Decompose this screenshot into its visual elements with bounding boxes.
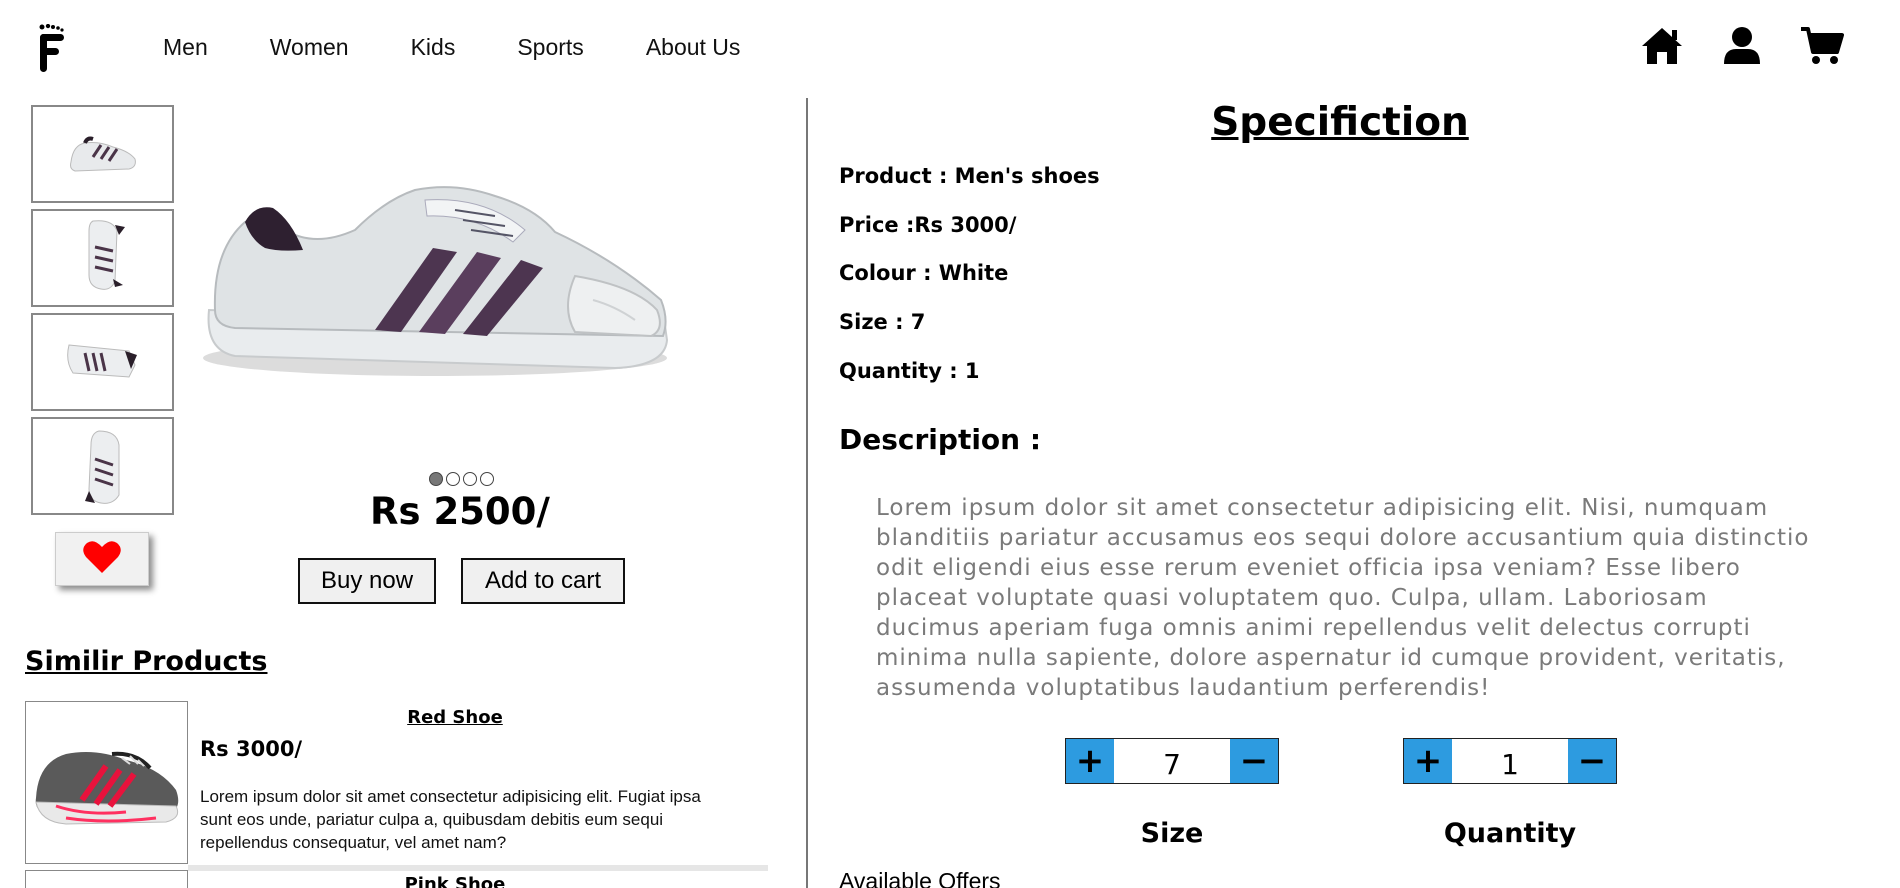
size-value[interactable]: 7 — [1114, 739, 1230, 783]
header-icons — [1640, 26, 1844, 66]
similar-product-name[interactable]: Pink Shoe — [195, 874, 715, 888]
quantity-decrement-button[interactable]: − — [1568, 739, 1616, 783]
quantity-label: Quantity — [1443, 818, 1577, 849]
nav-kids[interactable]: Kids — [411, 34, 456, 61]
brand-logo[interactable] — [38, 23, 66, 72]
main-nav: Men Women Kids Sports About Us — [163, 34, 802, 61]
quantity-increment-button[interactable]: + — [1404, 739, 1452, 783]
spec-quantity: Quantity : 1 — [839, 359, 980, 383]
thumbnail-4[interactable] — [31, 417, 174, 515]
home-icon[interactable] — [1640, 26, 1684, 66]
favorite-button[interactable] — [55, 532, 149, 586]
similar-products-title: Similir Products — [25, 646, 268, 677]
similar-product-name[interactable]: Red Shoe — [195, 707, 715, 728]
size-label: Size — [1140, 818, 1204, 849]
carousel-dot-1[interactable] — [429, 472, 443, 486]
size-increment-button[interactable]: + — [1066, 739, 1114, 783]
spec-size: Size : 7 — [839, 310, 926, 334]
spec-colour: Colour : White — [839, 261, 1009, 285]
cart-icon[interactable] — [1800, 26, 1844, 66]
size-decrement-button[interactable]: − — [1230, 739, 1278, 783]
nav-about-us[interactable]: About Us — [646, 34, 741, 61]
similar-product-description: Lorem ipsum dolor sit amet consectetur a… — [200, 787, 701, 852]
spec-price: Price :Rs 3000/ — [839, 213, 1017, 237]
similar-product-card[interactable]: Red Shoe Rs 3000/ Lorem ipsum dolor sit … — [25, 701, 743, 866]
similar-product-card[interactable]: Pink Shoe — [25, 870, 743, 888]
nav-women[interactable]: Women — [270, 34, 349, 61]
available-offers-heading: Available Offers — [839, 868, 1001, 888]
thumbnail-2[interactable] — [31, 209, 174, 307]
carousel-dot-2[interactable] — [446, 472, 460, 486]
site-header: Men Women Kids Sports About Us — [0, 0, 1900, 98]
similar-product-price: Rs 3000/ — [200, 737, 303, 761]
carousel-dots — [429, 472, 494, 486]
similar-product-image[interactable] — [25, 701, 188, 864]
main-product-image — [195, 160, 685, 400]
thumbnail-3[interactable] — [31, 313, 174, 411]
size-stepper: + 7 − — [1065, 738, 1279, 784]
description-title: Description : — [839, 423, 1042, 456]
heart-icon — [82, 540, 122, 579]
thumbnail-1[interactable] — [31, 105, 174, 203]
carousel-dot-3[interactable] — [463, 472, 477, 486]
column-divider — [806, 98, 808, 888]
quantity-stepper: + 1 − — [1403, 738, 1617, 784]
spec-product: Product : Men's shoes — [839, 164, 1100, 188]
carousel-dot-4[interactable] — [480, 472, 494, 486]
specification-title: Specifiction — [1211, 100, 1469, 145]
buy-now-button[interactable]: Buy now — [298, 558, 436, 604]
similar-product-image[interactable] — [25, 870, 188, 888]
nav-sports[interactable]: Sports — [517, 34, 583, 61]
quantity-value[interactable]: 1 — [1452, 739, 1568, 783]
add-to-cart-button[interactable]: Add to cart — [461, 558, 625, 604]
description-text: Lorem ipsum dolor sit amet consectetur a… — [876, 495, 1810, 701]
product-price: Rs 2500/ — [370, 490, 550, 533]
user-icon[interactable] — [1722, 26, 1762, 66]
nav-men[interactable]: Men — [163, 34, 208, 61]
